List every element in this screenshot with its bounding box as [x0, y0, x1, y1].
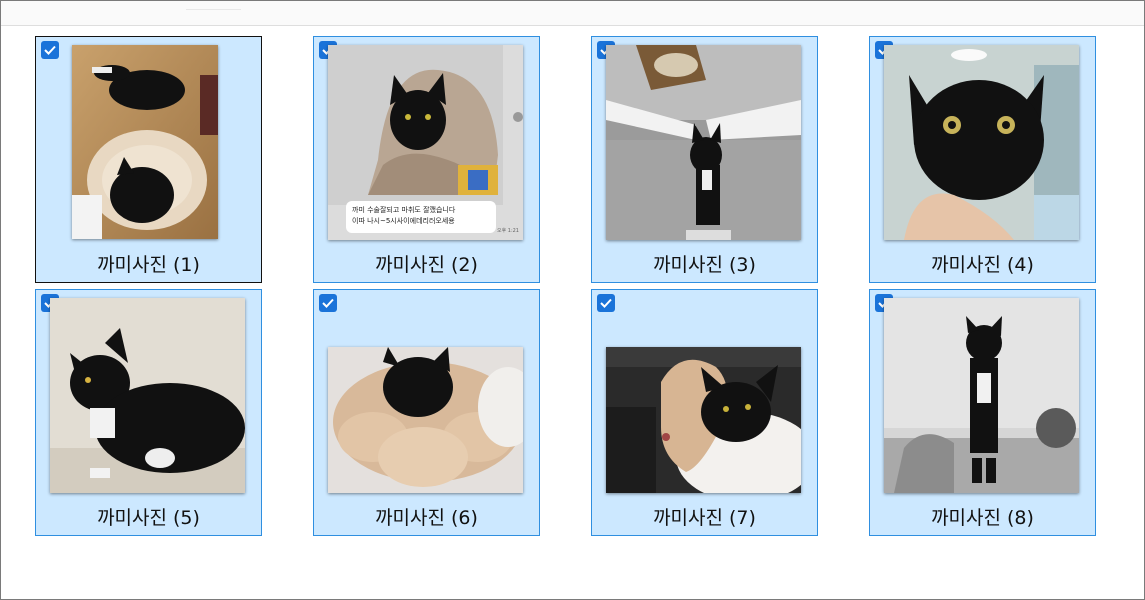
photo-thumbnail	[884, 298, 1079, 493]
photo-thumbnail	[606, 45, 801, 240]
photo-thumbnail	[72, 45, 218, 239]
file-name: 까미사진 (1)	[97, 254, 200, 276]
message-time: 오후 1:21	[496, 228, 519, 234]
photo-thumbnail	[884, 45, 1079, 240]
photo-thumbnail	[328, 347, 523, 493]
file-item[interactable]: 까미사진 (1)	[35, 36, 262, 283]
toolbar-segment	[186, 1, 241, 10]
file-explorer-window: 까미사진 (1) 까미 수술잘되고 마취도 잘깼습니다 이따 나시~5시사이에데…	[0, 0, 1145, 600]
file-item[interactable]: 까미사진 (4)	[869, 36, 1096, 283]
file-item[interactable]: 까미사진 (8)	[869, 289, 1096, 536]
file-name: 까미사진 (6)	[375, 507, 478, 529]
file-name: 까미사진 (3)	[653, 254, 756, 276]
photo-thumbnail: 까미 수술잘되고 마취도 잘깼습니다 이따 나시~5시사이에데리러오세용 오후 …	[328, 45, 523, 240]
file-item[interactable]: 까미사진 (5)	[35, 289, 262, 536]
file-item[interactable]: 까미사진 (6)	[313, 289, 540, 536]
file-name: 까미사진 (4)	[931, 254, 1034, 276]
checkbox-checked-icon[interactable]	[319, 294, 337, 312]
file-item[interactable]: 까미사진 (7)	[591, 289, 818, 536]
file-name: 까미사진 (2)	[375, 254, 478, 276]
file-item[interactable]: 까미사진 (3)	[591, 36, 818, 283]
file-name: 까미사진 (5)	[97, 507, 200, 529]
checkbox-checked-icon[interactable]	[597, 294, 615, 312]
message-line: 까미 수술잘되고 마취도 잘깼습니다	[352, 206, 456, 214]
file-item[interactable]: 까미 수술잘되고 마취도 잘깼습니다 이따 나시~5시사이에데리러오세용 오후 …	[313, 36, 540, 283]
file-name: 까미사진 (7)	[653, 507, 756, 529]
message-bubble: 까미 수술잘되고 마취도 잘깼습니다 이따 나시~5시사이에데리러오세용	[346, 201, 496, 233]
message-line: 이따 나시~5시사이에데리러오세용	[352, 217, 455, 225]
checkbox-checked-icon[interactable]	[41, 41, 59, 59]
toolbar-strip	[1, 1, 1144, 26]
photo-thumbnail	[50, 298, 245, 493]
photo-thumbnail	[606, 347, 801, 493]
file-name: 까미사진 (8)	[931, 507, 1034, 529]
